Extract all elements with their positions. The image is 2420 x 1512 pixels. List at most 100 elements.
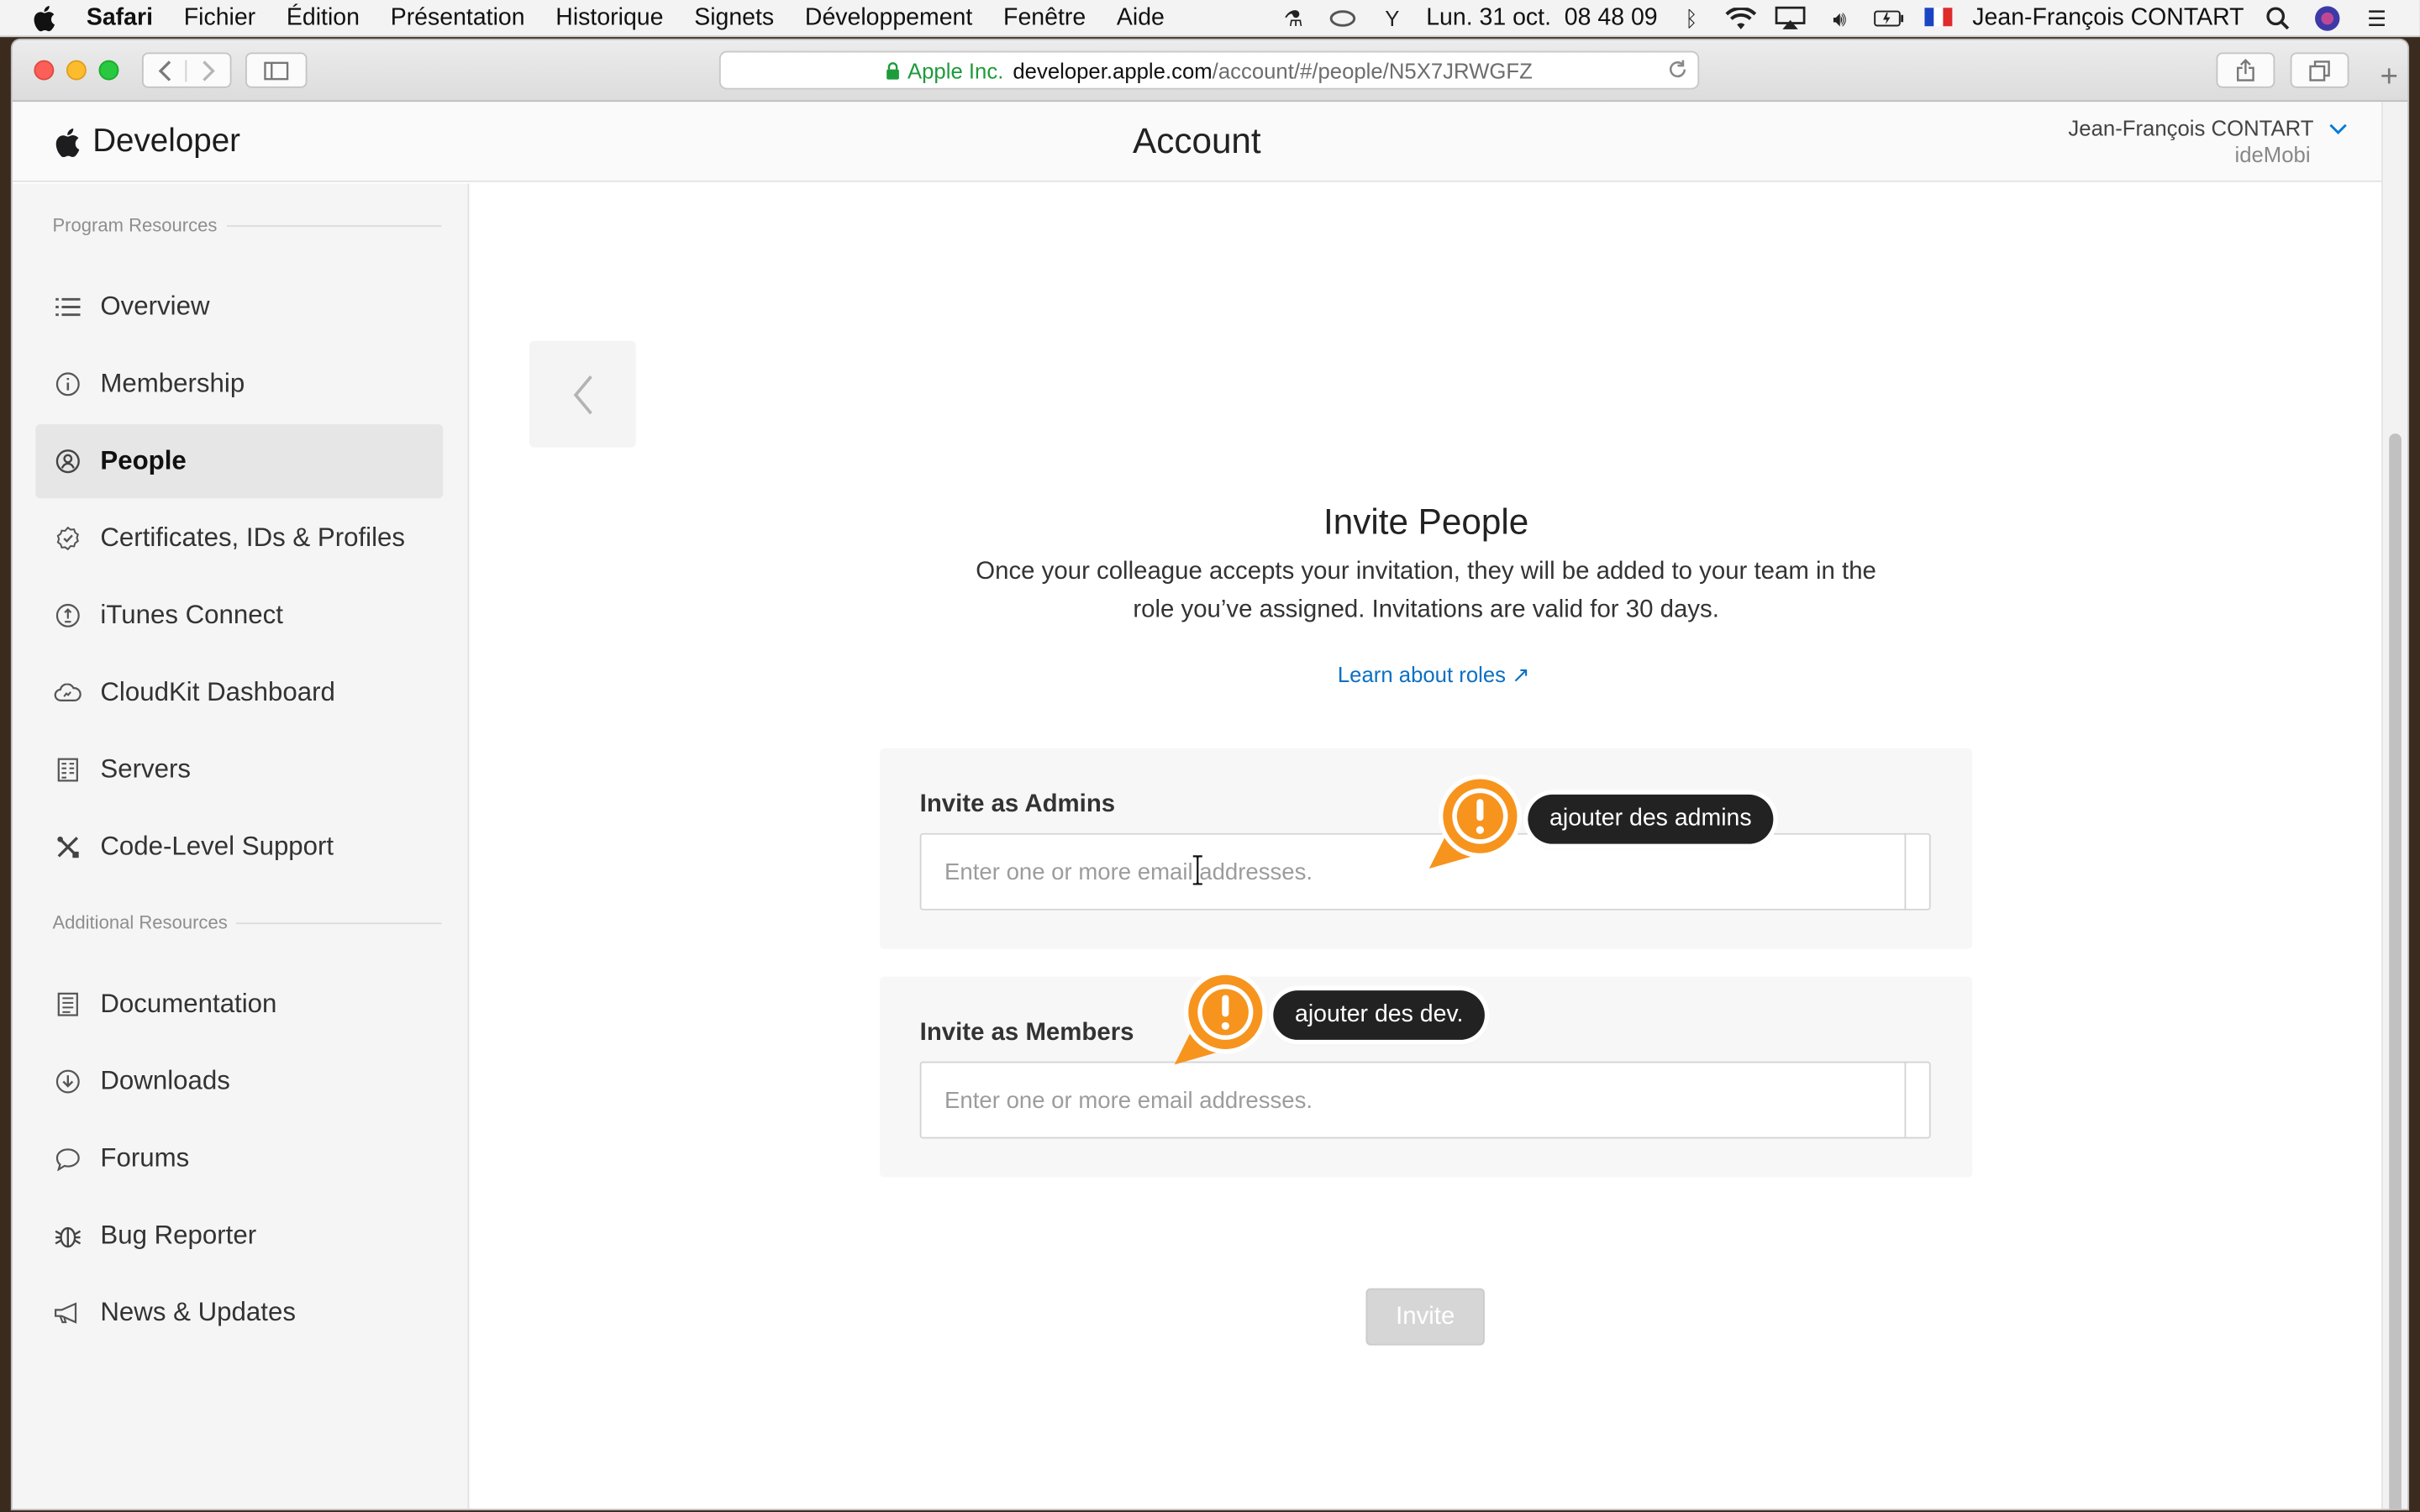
bluetooth-icon[interactable]: ᛒ [1676, 6, 1707, 30]
sidebar-section-additional: Additional Resources [52, 911, 442, 934]
warning-callout-icon [1174, 970, 1267, 1065]
nav-buttons [141, 52, 232, 88]
annotation-admins: ajouter des admins [1528, 794, 1774, 844]
siri-icon[interactable] [2312, 6, 2343, 31]
menu-historique[interactable]: Historique [555, 4, 663, 32]
divider [236, 921, 442, 924]
back-arrow-icon[interactable] [144, 59, 187, 81]
megaphone-icon [51, 1302, 85, 1324]
battery-icon[interactable] [1874, 6, 1905, 30]
badge-icon [51, 526, 85, 551]
menu-developpement[interactable]: Développement [805, 4, 972, 32]
screen: Safari Fichier Édition Présentation Hist… [0, 0, 2420, 1512]
sidebar-item-itunes-connect[interactable]: iTunes Connect [35, 579, 443, 653]
sidebar-item-news-updates[interactable]: News & Updates [35, 1276, 443, 1350]
sidebar-item-forums[interactable]: Forums [35, 1121, 443, 1195]
annotation-dev: ajouter des dev. [1273, 990, 1486, 1040]
close-window-button[interactable] [34, 60, 55, 81]
account-team: ideMobi [2234, 141, 2311, 167]
tabs-icon [2309, 60, 2330, 81]
sidebar-toggle-icon [264, 60, 289, 80]
wifi-icon[interactable] [1725, 6, 1757, 30]
secure-site-indicator: Apple Inc. [886, 58, 1003, 82]
menu-safari[interactable]: Safari [87, 4, 153, 32]
list-icon [51, 297, 85, 317]
sidebar-item-label: Overview [100, 291, 210, 322]
menubar-clock[interactable]: Lun. 31 oct. 08 48 09 [1426, 5, 1657, 33]
menu-signets[interactable]: Signets [694, 4, 774, 32]
invite-button[interactable]: Invite [1365, 1288, 1485, 1346]
invite-description: Once your colleague accepts your invitat… [976, 558, 1876, 624]
new-tab-button[interactable]: + [2374, 61, 2405, 92]
sidebar-item-downloads[interactable]: Downloads [35, 1044, 443, 1118]
developer-brand: Developer [92, 123, 241, 160]
notification-center-icon[interactable]: ☰ [2361, 5, 2392, 30]
forward-arrow-icon[interactable] [187, 60, 229, 81]
account-menu[interactable]: Jean-François CONTART ideMobi [2068, 115, 2347, 167]
volume-icon[interactable]: 🔊︎ [1824, 5, 1855, 30]
menu-fenetre[interactable]: Fenêtre [1003, 4, 1086, 32]
sidebar-section-label: Additional Resources [52, 911, 228, 934]
invite-title: Invite People [1323, 501, 1529, 542]
browser-toolbar: Apple Inc. developer.apple.com/account/#… [12, 39, 2408, 102]
divider [226, 224, 442, 227]
sidebar-item-overview[interactable]: Overview [35, 270, 443, 344]
reload-icon[interactable] [1667, 59, 1689, 85]
back-button[interactable] [529, 340, 636, 448]
fork-icon[interactable]: Y [1376, 6, 1407, 30]
mac-menubar: Safari Fichier Édition Présentation Hist… [0, 0, 2420, 38]
sidebar: Program Resources Overview Membership Pe… [12, 183, 470, 1509]
server-icon [51, 758, 85, 782]
sidebar-item-certificates[interactable]: Certificates, IDs & Profiles [35, 501, 443, 575]
bug-icon [51, 1224, 85, 1248]
tabs-overview-button[interactable] [2290, 52, 2349, 88]
sidebar-item-documentation[interactable]: Documentation [35, 968, 443, 1042]
share-button[interactable] [2216, 52, 2275, 88]
spotlight-search-icon[interactable] [2263, 6, 2294, 30]
address-bar[interactable]: Apple Inc. developer.apple.com/account/#… [718, 50, 1700, 90]
vertical-scrollbar[interactable] [2381, 102, 2408, 1509]
sidebar-item-code-level-support[interactable]: Code-Level Support [35, 810, 443, 884]
url-host: developer.apple.com [1013, 57, 1213, 83]
warning-callout-icon [1428, 774, 1522, 869]
members-email-input[interactable] [919, 1061, 1931, 1139]
menu-aide[interactable]: Aide [1117, 4, 1165, 32]
chat-icon [51, 1147, 85, 1171]
apple-menu-icon[interactable] [31, 4, 65, 32]
sidebar-item-label: Documentation [100, 989, 277, 1019]
page-title: Account [1133, 120, 1261, 161]
tools-icon [51, 835, 85, 859]
menu-edition[interactable]: Édition [287, 4, 360, 32]
main-content: Invite People Once your colleague accept… [471, 183, 2382, 1509]
scrollbar-thumb[interactable] [2389, 433, 2402, 1509]
menubar-user[interactable]: Jean-François CONTART [1972, 5, 2244, 33]
sidebar-item-membership[interactable]: Membership [35, 347, 443, 421]
text-cursor-icon [1190, 855, 1205, 894]
creative-cloud-icon[interactable] [1328, 6, 1359, 30]
sidebar-item-bug-reporter[interactable]: Bug Reporter [35, 1199, 443, 1273]
apple-logo-icon [55, 128, 80, 157]
sidebar-section-program: Program Resources [52, 214, 442, 236]
info-icon [51, 372, 85, 396]
sidebar-item-label: Forums [100, 1142, 190, 1173]
sidebar-item-cloudkit[interactable]: CloudKit Dashboard [35, 656, 443, 730]
menu-presentation[interactable]: Présentation [391, 4, 525, 32]
airplay-icon[interactable] [1775, 6, 1806, 30]
sidebar-item-label: iTunes Connect [100, 600, 283, 630]
sidebar-item-label: CloudKit Dashboard [100, 677, 335, 707]
sidebar-item-servers[interactable]: Servers [35, 732, 443, 806]
learn-about-roles-link[interactable]: Learn about roles ↗ [471, 662, 2396, 688]
minimize-window-button[interactable] [66, 60, 87, 81]
developer-logo[interactable]: Developer [52, 123, 240, 160]
sidebar-item-label: People [100, 445, 187, 475]
itunes-icon [51, 603, 85, 627]
fullscreen-window-button[interactable] [98, 60, 119, 81]
lock-icon [886, 61, 899, 79]
sidebar-item-people[interactable]: People [35, 424, 444, 499]
flask-icon[interactable]: ⚗ [1278, 5, 1309, 30]
menu-fichier[interactable]: Fichier [184, 4, 255, 32]
account-user-name: Jean-François CONTART [2068, 115, 2314, 141]
french-flag-icon[interactable] [1923, 6, 1954, 30]
input-divider [1904, 1061, 1907, 1139]
sidebar-toggle-button[interactable] [245, 52, 308, 88]
